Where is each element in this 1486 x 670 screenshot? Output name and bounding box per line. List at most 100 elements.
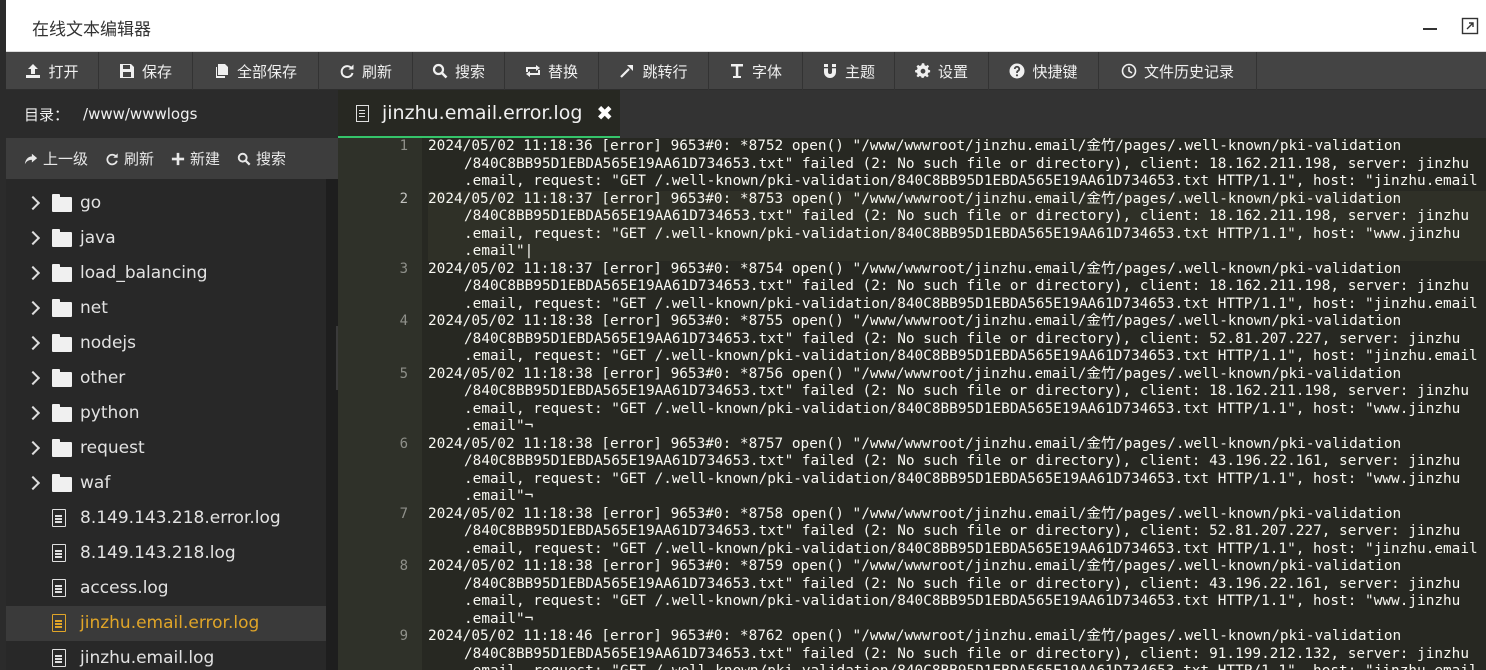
tree-folder-java[interactable]: java — [6, 221, 326, 256]
code-text: .email"¬ — [464, 488, 534, 504]
tree-folder-go[interactable]: go — [6, 186, 326, 221]
tree-folder-nodejs[interactable]: nodejs — [6, 326, 326, 361]
sidebar-search-label: 搜索 — [256, 150, 287, 168]
chevron-right-icon[interactable] — [28, 336, 38, 350]
new-file-label: 新建 — [190, 150, 221, 168]
search-button[interactable]: 搜索 — [413, 52, 505, 90]
code-text: 2024/05/02 11:18:38 [error] 9653#0: *875… — [428, 365, 1402, 382]
code-text: .email, request: "GET /.well-known/pki-v… — [464, 173, 1478, 189]
code-line[interactable]: 6 2024/05/02 11:18:38 [error] 9653#0: *87… — [400, 436, 1486, 506]
theme-label: 主题 — [844, 62, 875, 81]
chevron-right-icon[interactable] — [28, 301, 38, 315]
directory-path[interactable]: /www/wwwlogs — [83, 105, 197, 123]
tree-file-jinzhu-log[interactable]: jinzhu.email.log — [6, 641, 326, 670]
maximize-icon[interactable] — [1460, 16, 1480, 36]
magnet-icon — [822, 63, 838, 79]
line-number: 5 — [399, 365, 408, 382]
tree-file-error-log[interactable]: 8.149.143.218.error.log — [6, 501, 326, 536]
chevron-right-icon[interactable] — [28, 231, 38, 245]
tree-item-label: python — [80, 403, 140, 423]
code-line[interactable]: 7 2024/05/02 11:18:38 [error] 9653#0: *87… — [400, 506, 1486, 559]
shortcuts-button[interactable]: 快捷键 — [989, 52, 1099, 90]
tree-item-label: nodejs — [80, 333, 137, 353]
chevron-right-icon[interactable] — [28, 196, 38, 210]
code-line[interactable]: 1 2024/05/02 11:18:36 [error] 9653#0: *87… — [400, 138, 1486, 191]
close-icon[interactable]: ✖ — [596, 101, 613, 125]
tree-folder-waf[interactable]: waf — [6, 466, 326, 501]
sidebar-refresh-button[interactable]: 刷新 — [105, 148, 154, 169]
code-line[interactable]: 5 2024/05/02 11:18:38 [error] 9653#0: *87… — [400, 365, 1486, 436]
replace-button[interactable]: 替换 — [505, 52, 599, 90]
chevron-right-icon[interactable] — [28, 406, 38, 420]
folder-icon — [52, 264, 72, 282]
save-button[interactable]: 保存 — [99, 52, 193, 90]
new-file-button[interactable]: 新建 — [171, 148, 220, 169]
code-editor[interactable]: 1 2024/05/02 11:18:36 [error] 9653#0: *87… — [338, 138, 1486, 670]
directory-row: 目录： /www/wwwlogs — [6, 90, 338, 138]
parent-dir-label: 上一级 — [43, 150, 89, 168]
code-text: .email, request: "GET /.well-known/pki-v… — [464, 348, 1478, 364]
line-number: 1 — [399, 138, 408, 154]
window-title: 在线文本编辑器 — [32, 20, 151, 40]
code-text: /840C8BB95D1EBDA565E19AA61D734653.txt" f… — [464, 278, 1470, 294]
chevron-right-icon[interactable] — [28, 371, 38, 385]
parent-dir-button[interactable]: 上一级 — [24, 148, 88, 169]
code-text: /840C8BB95D1EBDA565E19AA61D734653.txt" f… — [464, 155, 1470, 172]
refresh-button[interactable]: 刷新 — [319, 52, 413, 90]
theme-button[interactable]: 主题 — [803, 52, 895, 90]
folder-icon — [52, 404, 72, 422]
font-label: 字体 — [751, 62, 782, 81]
code-line[interactable]: 9 2024/05/02 11:18:46 [error] 9653#0: *87… — [400, 628, 1486, 670]
minimize-icon[interactable] — [1420, 16, 1440, 36]
file-icon — [52, 509, 66, 527]
code-text: /840C8BB95D1EBDA565E19AA61D734653.txt" f… — [464, 453, 1461, 469]
settings-button[interactable]: 设置 — [895, 52, 989, 90]
code-line[interactable]: 4 2024/05/02 11:18:38 [error] 9653#0: *87… — [400, 313, 1486, 366]
code-content[interactable]: 1 2024/05/02 11:18:36 [error] 9653#0: *87… — [400, 138, 1486, 670]
tree-item-label: waf — [80, 473, 111, 493]
save-all-button[interactable]: 全部保存 — [193, 52, 319, 90]
search-label: 搜索 — [454, 62, 485, 81]
code-text: /840C8BB95D1EBDA565E19AA61D734653.txt" f… — [464, 523, 1461, 539]
tree-folder-net[interactable]: net — [6, 291, 326, 326]
sidebar-scrollbar[interactable] — [326, 179, 338, 670]
tab-label: jinzhu.email.error.log — [382, 102, 583, 124]
shortcuts-label: 快捷键 — [1032, 62, 1078, 81]
font-icon — [729, 63, 745, 79]
file-icon — [52, 579, 66, 597]
tree-file-jinzhu-error-log[interactable]: jinzhu.email.error.log — [6, 606, 326, 641]
tab-jinzhu-error-log[interactable]: jinzhu.email.error.log ✖ — [338, 90, 620, 138]
sidebar-search-button[interactable]: 搜索 — [237, 148, 286, 169]
copy-icon — [214, 63, 230, 79]
search-icon — [432, 63, 448, 79]
tree-file-access-log[interactable]: access.log — [6, 571, 326, 606]
chevron-right-icon[interactable] — [28, 441, 38, 455]
chevron-right-icon[interactable] — [28, 476, 38, 490]
open-button[interactable]: 打开 — [6, 52, 99, 90]
refresh-icon — [339, 63, 355, 79]
tree-file-access-ip-log[interactable]: 8.149.143.218.log — [6, 536, 326, 571]
code-line[interactable]: 3 2024/05/02 11:18:37 [error] 9653#0: *87… — [400, 261, 1486, 314]
tree-folder-python[interactable]: python — [6, 396, 326, 431]
chevron-right-icon[interactable] — [28, 266, 38, 280]
folder-icon — [52, 369, 72, 387]
tree-folder-load-balancing[interactable]: load_balancing — [6, 256, 326, 291]
goto-line-button[interactable]: 跳转行 — [599, 52, 709, 90]
code-line[interactable]: 2 2024/05/02 11:18:37 [error] 9653#0: *87… — [400, 190, 1486, 261]
code-text: /840C8BB95D1EBDA565E19AA61D734653.txt" f… — [464, 208, 1470, 224]
font-button[interactable]: 字体 — [709, 52, 803, 90]
tree-folder-other[interactable]: other — [6, 361, 326, 396]
folder-icon — [52, 439, 72, 457]
code-text: .email, request: "GET /.well-known/pki-v… — [428, 663, 1486, 670]
file-icon — [52, 544, 66, 562]
tree-folder-request[interactable]: request — [6, 431, 326, 466]
code-text: .email, request: "GET /.well-known/pki-v… — [464, 225, 1461, 242]
file-history-button[interactable]: 文件历史记录 — [1099, 52, 1257, 90]
tab-bar: jinzhu.email.error.log ✖ — [338, 90, 1486, 138]
file-icon — [52, 649, 66, 667]
code-line[interactable]: 8 2024/05/02 11:18:38 [error] 9653#0: *87… — [400, 558, 1486, 628]
jump-icon — [619, 63, 635, 79]
upload-icon — [25, 63, 41, 79]
sidebar-refresh-label: 刷新 — [124, 150, 155, 168]
tree-item-label: 8.149.143.218.log — [80, 543, 236, 563]
